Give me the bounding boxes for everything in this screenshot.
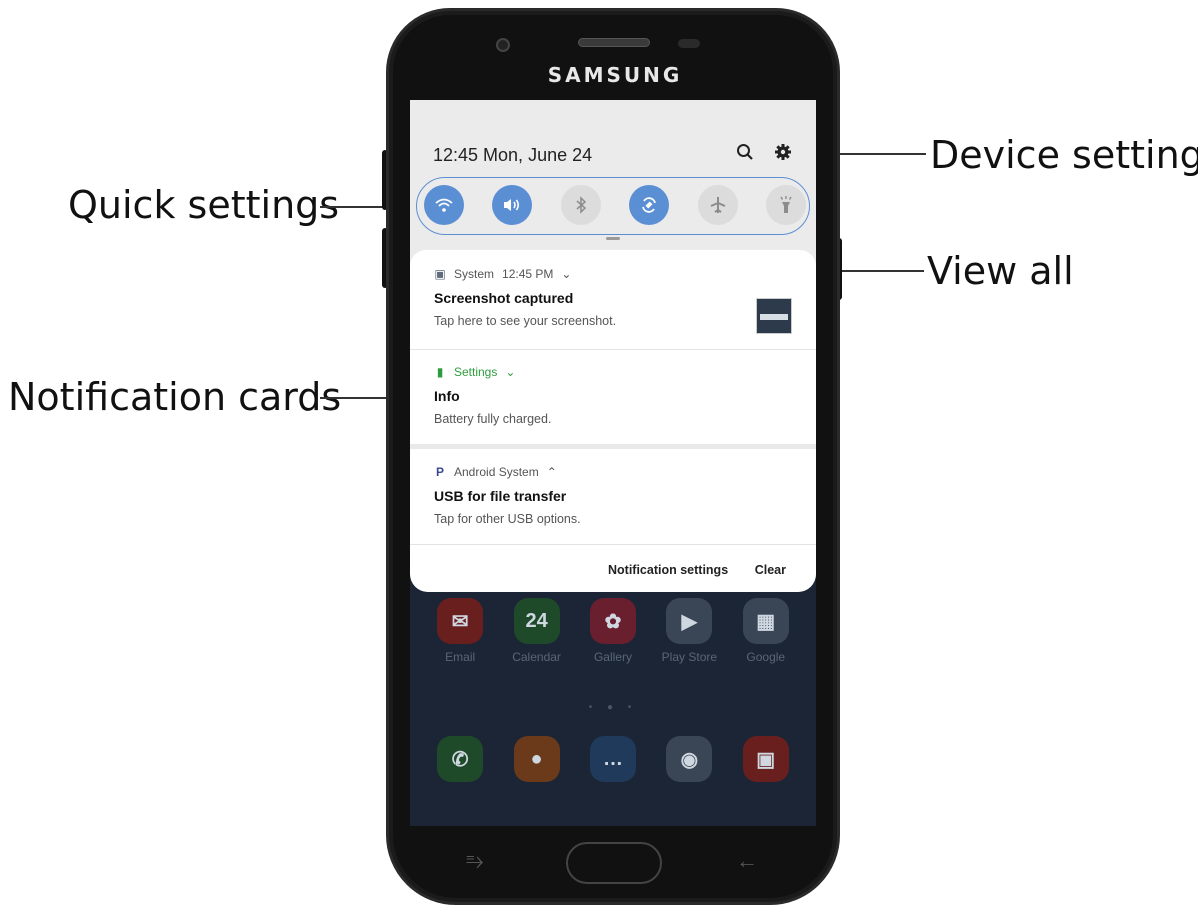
notification-body: Tap for other USB options. <box>434 512 581 526</box>
app-label: Email <box>445 650 476 664</box>
android-system-icon: P <box>435 465 444 479</box>
search-icon[interactable] <box>733 140 757 164</box>
dock-chrome[interactable]: ◉ <box>659 736 719 782</box>
notification-header: P Android System ⌃ <box>434 462 816 482</box>
callout-view-all: View all <box>927 249 1074 293</box>
card-divider <box>410 444 816 449</box>
view-all-handle[interactable] <box>606 237 620 240</box>
notification-title: USB for file transfer <box>434 488 567 504</box>
notification-header: ▮ Settings ⌄ <box>434 362 816 382</box>
notification-settings-button[interactable]: Notification settings <box>608 563 728 577</box>
image-icon: ▣ <box>434 267 446 281</box>
home-apps-row-1: ✉ Email 24 Calendar ✿ Gallery ▶ Play Sto… <box>410 598 816 664</box>
notification-time: 12:45 PM <box>502 267 554 281</box>
dock-messages[interactable]: … <box>583 736 643 782</box>
notification-app-name: System <box>454 267 495 281</box>
status-time-date: 12:45 Mon, June 24 <box>433 145 593 165</box>
phone-icon: ✆ <box>437 736 484 782</box>
quick-settings-highlight <box>416 177 810 235</box>
earpiece-speaker <box>578 38 650 47</box>
notification-card-settings[interactable]: ▮ Settings ⌄ Info Battery fully charged. <box>410 362 816 426</box>
clear-button[interactable]: Clear <box>755 563 786 577</box>
notification-body: Battery fully charged. <box>434 412 552 426</box>
home-page-indicator: • ● • <box>588 702 638 713</box>
camera-icon: ▣ <box>742 736 789 782</box>
back-key-icon[interactable]: ← <box>736 848 758 874</box>
app-label: Calendar <box>512 650 561 664</box>
callout-quick-settings: Quick settings <box>68 183 340 227</box>
app-gallery[interactable]: ✿ Gallery <box>583 598 643 664</box>
home-dock: ✆ ● … ◉ ▣ <box>410 736 816 782</box>
dock-camera[interactable]: ▣ <box>736 736 796 782</box>
chevron-up-icon[interactable]: ⌃ <box>547 465 557 479</box>
chevron-down-icon[interactable]: ⌄ <box>561 267 571 281</box>
dock-phone[interactable]: ✆ <box>430 736 490 782</box>
card-divider <box>410 349 816 350</box>
battery-icon: ▮ <box>436 365 444 379</box>
calendar-icon: 24 <box>513 598 560 644</box>
notification-app-name: Settings <box>454 365 498 379</box>
messages-icon: … <box>589 736 636 782</box>
chrome-icon: ◉ <box>666 736 713 782</box>
app-email[interactable]: ✉ Email <box>430 598 490 664</box>
brand-logo: SAMSUNG <box>547 63 683 87</box>
front-camera <box>496 38 510 52</box>
proximity-sensor <box>678 39 700 48</box>
callout-notification-cards: Notification cards <box>8 375 342 419</box>
app-calendar[interactable]: 24 Calendar <box>507 598 567 664</box>
notification-cards: ▣ System 12:45 PM ⌄ Screenshot captured … <box>410 250 816 592</box>
notification-title: Info <box>434 388 460 404</box>
annotated-device-figure: Quick settings Notification cards Device… <box>0 0 1198 905</box>
app-label: Gallery <box>593 650 632 664</box>
home-button[interactable] <box>566 842 662 884</box>
card-divider <box>410 544 816 545</box>
gear-icon[interactable] <box>771 140 795 164</box>
dock-contacts[interactable]: ● <box>507 736 567 782</box>
notification-header: ▣ System 12:45 PM ⌄ <box>434 264 816 284</box>
chevron-down-icon[interactable]: ⌄ <box>505 365 515 379</box>
play-store-icon: ▶ <box>666 598 713 644</box>
recents-key-icon[interactable]: ⥱ <box>466 848 484 874</box>
screenshot-thumbnail[interactable] <box>756 298 792 334</box>
app-label: Play Store <box>661 650 718 664</box>
email-icon: ✉ <box>437 598 484 644</box>
app-label: Google <box>746 650 786 664</box>
panel-footer: Notification settings Clear <box>410 557 816 581</box>
google-folder-icon: ▦ <box>742 598 789 644</box>
contacts-icon: ● <box>513 736 560 782</box>
notification-panel: 12:45 Mon, June 24 ▣ System 12:45 PM ⌄ S… <box>410 100 816 592</box>
gallery-icon: ✿ <box>589 598 636 644</box>
notification-app-name: Android System <box>454 465 539 479</box>
app-google[interactable]: ▦ Google <box>736 598 796 664</box>
notification-card-usb[interactable]: P Android System ⌃ USB for file transfer… <box>410 462 816 526</box>
callout-device-settings: Device settings <box>930 133 1198 177</box>
app-play-store[interactable]: ▶ Play Store <box>659 598 719 664</box>
